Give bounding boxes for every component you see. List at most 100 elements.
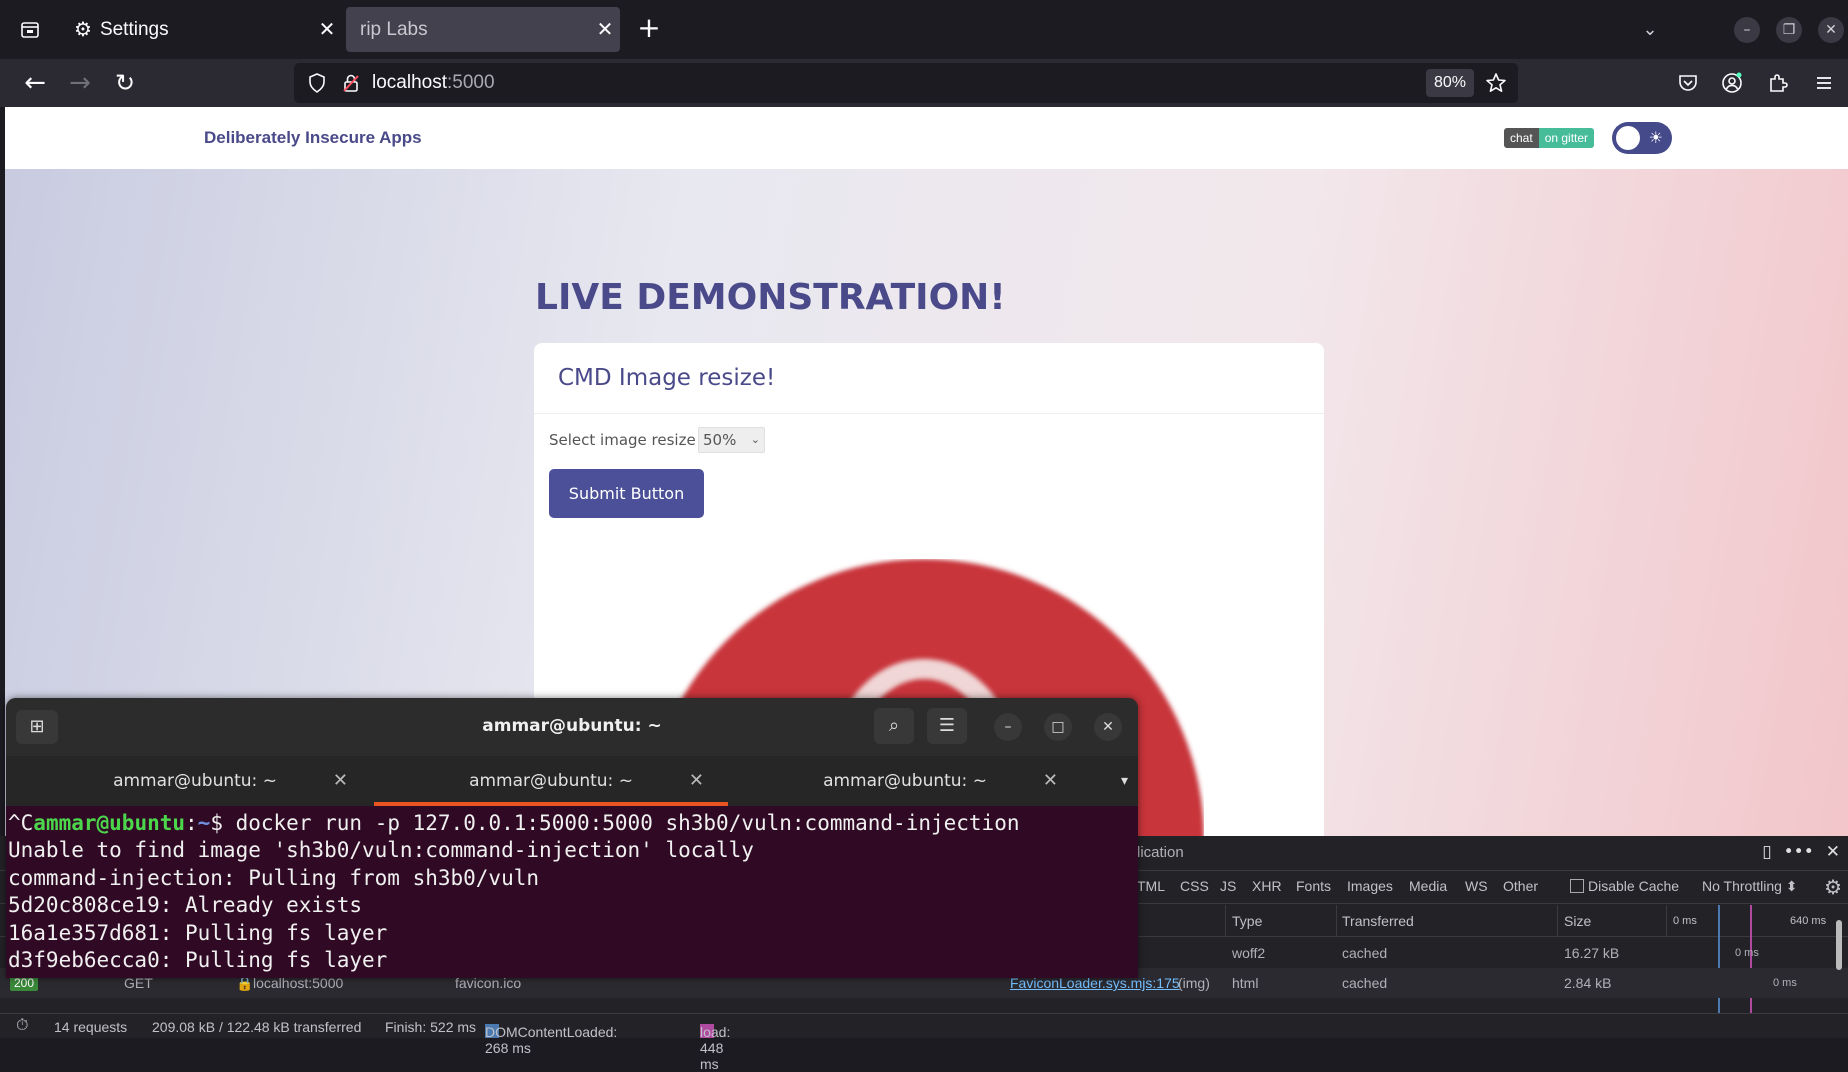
- filter-html[interactable]: TML: [1137, 878, 1165, 894]
- timeline-end-label: 640 ms: [1790, 915, 1827, 927]
- resize-label: Select image resize: [549, 431, 696, 449]
- close-icon[interactable]: ✕: [333, 756, 348, 806]
- minimize-icon[interactable]: –: [994, 713, 1022, 741]
- gitter-badge-left: chat: [1504, 128, 1539, 148]
- transferred-total: 209.08 kB / 122.48 kB transferred: [152, 1019, 362, 1035]
- filter-other[interactable]: Other: [1503, 878, 1538, 894]
- hamburger-menu-icon[interactable]: ☰: [927, 708, 967, 744]
- insecure-lock-icon[interactable]: [340, 72, 362, 94]
- filter-images[interactable]: Images: [1347, 878, 1393, 894]
- terminal-title: ammar@ubuntu: ~: [482, 716, 662, 736]
- close-devtools-icon[interactable]: ✕: [1826, 842, 1840, 862]
- prompt-user: ammar@ubuntu: [33, 811, 186, 835]
- prompt-separator: :: [185, 811, 198, 835]
- devtools-tab-application[interactable]: lication: [1137, 844, 1184, 861]
- throttling-select[interactable]: No Throttling ⬍: [1702, 878, 1798, 895]
- chevron-down-icon[interactable]: ▾: [1121, 756, 1128, 806]
- toggle-knob: [1616, 126, 1640, 150]
- timer-icon[interactable]: ⏱: [16, 1017, 28, 1035]
- finish-time: Finish: 522 ms: [385, 1019, 477, 1035]
- close-icon[interactable]: ✕: [1043, 756, 1058, 806]
- filter-fonts[interactable]: Fonts: [1296, 878, 1331, 894]
- resize-select-value: 50%: [703, 431, 737, 449]
- cell-type: woff2: [1232, 945, 1266, 961]
- tab-list-icon[interactable]: [18, 18, 42, 42]
- shield-icon[interactable]: [306, 72, 328, 94]
- menu-icon[interactable]: [1812, 71, 1836, 95]
- reload-icon[interactable]: ↻: [111, 69, 139, 97]
- zoom-level-button[interactable]: 80%: [1425, 69, 1474, 97]
- more-options-icon[interactable]: •••: [1784, 842, 1814, 862]
- nav-toolbar: ← → ↻ localhost:5000 80%: [0, 59, 1848, 107]
- dcl-label: DOMContentLoaded: 268 ms: [485, 1024, 618, 1056]
- terminal-line: Unable to find image 'sh3b0/vuln:command…: [8, 838, 754, 863]
- column-size[interactable]: Size: [1564, 913, 1591, 929]
- load-label: load: 448 ms: [700, 1024, 731, 1072]
- terminal-prompt-line: ^Cammar@ubuntu:~$ docker run -p 127.0.0.…: [8, 810, 1136, 837]
- tab-settings[interactable]: ⚙ Settings ✕: [60, 7, 342, 52]
- filter-ws[interactable]: WS: [1465, 878, 1488, 894]
- cell-transferred: cached: [1342, 975, 1388, 991]
- gitter-chat-badge[interactable]: chat on gitter: [1504, 128, 1595, 148]
- column-type[interactable]: Type: [1232, 913, 1262, 929]
- resize-select[interactable]: 50% ⌄: [698, 427, 765, 453]
- terminal-tab-label: ammar@ubuntu: ~: [113, 771, 277, 791]
- url-port: :5000: [447, 72, 495, 93]
- submit-button[interactable]: Submit Button: [549, 469, 704, 518]
- search-icon[interactable]: ⌕: [874, 708, 914, 744]
- terminal-tab[interactable]: ammar@ubuntu: ~ ✕: [728, 756, 1082, 806]
- terminal-line: d3f9eb6ecca0: Pulling fs layer: [8, 948, 388, 973]
- prompt-prefix: ^C: [8, 811, 34, 835]
- close-window-icon[interactable]: ✕: [1818, 17, 1844, 43]
- account-icon[interactable]: [1720, 71, 1744, 95]
- terminal-scrollbar[interactable]: [1836, 920, 1842, 970]
- theme-toggle[interactable]: ☀: [1612, 122, 1672, 154]
- url-text[interactable]: localhost:5000: [372, 72, 495, 94]
- terminal-header: ⊞ ammar@ubuntu: ~ ⌕ ☰ – □ ✕: [6, 698, 1138, 756]
- tab-rip-labs[interactable]: rip Labs ✕: [346, 7, 620, 52]
- site-header: Deliberately Insecure Apps chat on gitte…: [5, 107, 1848, 169]
- chevron-down-icon: ⌄: [750, 433, 760, 446]
- request-count: 14 requests: [54, 1019, 128, 1035]
- terminal-tab[interactable]: ammar@ubuntu: ~ ✕: [374, 756, 728, 806]
- close-icon[interactable]: ✕: [1094, 713, 1122, 741]
- tab-bar: ⚙ Settings ✕ rip Labs ✕ + ⌄ – ❐ ✕: [0, 0, 1848, 59]
- maximize-icon[interactable]: □: [1044, 713, 1072, 741]
- url-host: localhost: [372, 72, 447, 93]
- dock-side-icon[interactable]: ▯: [1762, 842, 1771, 862]
- filter-xhr[interactable]: XHR: [1252, 878, 1282, 894]
- terminal-output[interactable]: ^Cammar@ubuntu:~$ docker run -p 127.0.0.…: [6, 806, 1138, 978]
- forward-icon[interactable]: →: [66, 69, 94, 97]
- site-brand-link[interactable]: Deliberately Insecure Apps: [204, 128, 422, 148]
- close-tab-icon[interactable]: ✕: [312, 17, 342, 42]
- filter-css[interactable]: CSS: [1180, 878, 1209, 894]
- cell-time: 0 ms: [1773, 977, 1797, 989]
- devtools-top-controls: ▯ ••• ✕: [1762, 842, 1840, 862]
- disable-cache-checkbox[interactable]: Disable Cache: [1570, 878, 1679, 894]
- hero-title: LIVE DEMONSTRATION!: [535, 277, 1006, 318]
- gitter-badge-right: on gitter: [1538, 128, 1595, 148]
- url-bar[interactable]: localhost:5000 80%: [294, 63, 1518, 103]
- close-tab-icon[interactable]: ✕: [590, 17, 620, 42]
- filter-media[interactable]: Media: [1409, 878, 1447, 894]
- new-tab-icon[interactable]: +: [634, 14, 664, 44]
- pocket-icon[interactable]: [1676, 71, 1700, 95]
- filter-js[interactable]: JS: [1220, 878, 1236, 894]
- close-icon[interactable]: ✕: [689, 756, 704, 806]
- tab-title: Settings: [99, 18, 169, 40]
- gear-icon[interactable]: ⚙: [1824, 875, 1842, 899]
- bookmark-star-icon[interactable]: [1484, 71, 1508, 95]
- extensions-icon[interactable]: [1766, 71, 1790, 95]
- gear-icon: ⚙: [74, 19, 92, 41]
- restore-icon[interactable]: ❐: [1776, 17, 1802, 43]
- terminal-tab-label: ammar@ubuntu: ~: [823, 771, 987, 791]
- list-all-tabs-icon[interactable]: ⌄: [1637, 17, 1663, 43]
- cell-size: 16.27 kB: [1564, 945, 1620, 961]
- cell-transferred: cached: [1342, 945, 1388, 961]
- minimize-icon[interactable]: –: [1734, 17, 1760, 43]
- tab-title: rip Labs: [360, 18, 428, 40]
- card-divider: [534, 413, 1324, 414]
- column-transferred[interactable]: Transferred: [1342, 913, 1414, 929]
- terminal-tab[interactable]: ammar@ubuntu: ~ ✕: [18, 756, 372, 806]
- back-icon[interactable]: ←: [21, 69, 49, 97]
